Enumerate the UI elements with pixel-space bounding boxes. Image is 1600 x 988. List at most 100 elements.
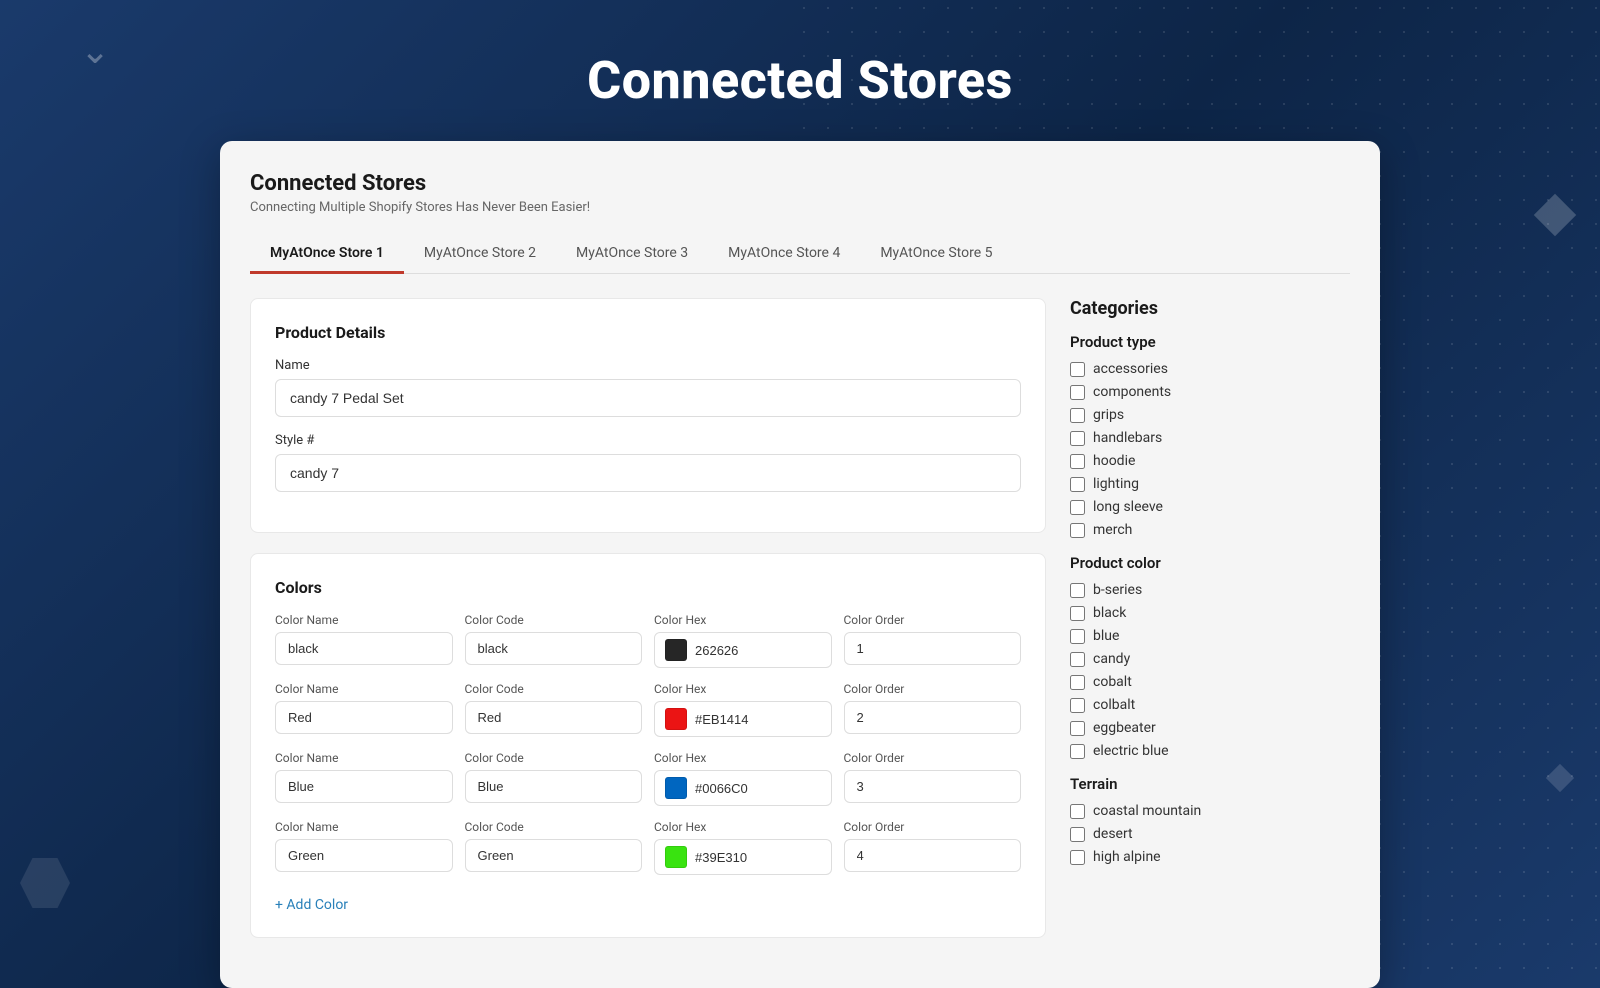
- checkbox-label-b-series: b-series: [1093, 582, 1142, 598]
- checkbox-b-series[interactable]: [1070, 583, 1085, 598]
- list-item: electric blue: [1070, 743, 1350, 759]
- diamond-decoration: [1534, 194, 1576, 236]
- color-order-label-4: Color Order: [844, 820, 1022, 834]
- list-item: hoodie: [1070, 453, 1350, 469]
- colors-title: Colors: [275, 578, 1021, 597]
- color-name-input-1[interactable]: [275, 632, 453, 665]
- checkbox-blue[interactable]: [1070, 629, 1085, 644]
- product-details-section: Product Details Name Style #: [250, 298, 1046, 533]
- color-hex-input-2[interactable]: [695, 712, 821, 727]
- checkbox-accessories[interactable]: [1070, 362, 1085, 377]
- checkbox-label-black: black: [1093, 605, 1126, 621]
- checkbox-label-desert: desert: [1093, 826, 1133, 842]
- checkbox-label-grips: grips: [1093, 407, 1124, 423]
- color-name-input-2[interactable]: [275, 701, 453, 734]
- terrain-list: coastal mountain desert high alpine: [1070, 803, 1350, 865]
- checkbox-label-lighting: lighting: [1093, 476, 1139, 492]
- checkbox-lighting[interactable]: [1070, 477, 1085, 492]
- list-item: cobalt: [1070, 674, 1350, 690]
- color-code-input-3[interactable]: [465, 770, 643, 803]
- color-name-input-3[interactable]: [275, 770, 453, 803]
- color-hex-wrap-2: [654, 701, 832, 737]
- name-label: Name: [275, 358, 1021, 373]
- list-item: lighting: [1070, 476, 1350, 492]
- checkbox-long-sleeve[interactable]: [1070, 500, 1085, 515]
- color-code-input-2[interactable]: [465, 701, 643, 734]
- color-hex-label-1: Color Hex: [654, 613, 832, 627]
- checkbox-high-alpine[interactable]: [1070, 850, 1085, 865]
- color-hex-input-3[interactable]: [695, 781, 821, 796]
- color-order-input-2[interactable]: [844, 701, 1022, 734]
- checkbox-eggbeater[interactable]: [1070, 721, 1085, 736]
- checkbox-black[interactable]: [1070, 606, 1085, 621]
- color-order-label-3: Color Order: [844, 751, 1022, 765]
- color-row-headers-3: Color Name Color Code Color Hex: [275, 751, 1021, 806]
- checkbox-cobalt[interactable]: [1070, 675, 1085, 690]
- checkbox-label-handlebars: handlebars: [1093, 430, 1162, 446]
- list-item: merch: [1070, 522, 1350, 538]
- color-name-label-2: Color Name: [275, 682, 453, 696]
- checkbox-coastal-mountain[interactable]: [1070, 804, 1085, 819]
- list-item: grips: [1070, 407, 1350, 423]
- list-item: colbalt: [1070, 697, 1350, 713]
- color-order-input-4[interactable]: [844, 839, 1022, 872]
- color-name-label-1: Color Name: [275, 613, 453, 627]
- name-input[interactable]: [275, 379, 1021, 417]
- checkbox-label-cobalt: cobalt: [1093, 674, 1132, 690]
- list-item: black: [1070, 605, 1350, 621]
- color-hex-wrap-1: [654, 632, 832, 668]
- color-hex-label-4: Color Hex: [654, 820, 832, 834]
- checkbox-components[interactable]: [1070, 385, 1085, 400]
- tab-store-4[interactable]: MyAtOnce Store 4: [708, 235, 860, 274]
- card-header: Connected Stores Connecting Multiple Sho…: [250, 171, 1350, 215]
- checkbox-hoodie[interactable]: [1070, 454, 1085, 469]
- tab-store-3[interactable]: MyAtOnce Store 3: [556, 235, 708, 274]
- color-order-label-1: Color Order: [844, 613, 1022, 627]
- terrain-label: Terrain: [1070, 775, 1350, 793]
- checkbox-label-hoodie: hoodie: [1093, 453, 1135, 469]
- color-order-input-3[interactable]: [844, 770, 1022, 803]
- color-hex-input-1[interactable]: [695, 643, 821, 658]
- tab-store-2[interactable]: MyAtOnce Store 2: [404, 235, 556, 274]
- checkbox-label-electric-blue: electric blue: [1093, 743, 1169, 759]
- color-order-label-2: Color Order: [844, 682, 1022, 696]
- color-swatch-1: [665, 639, 687, 661]
- product-type-label: Product type: [1070, 333, 1350, 351]
- categories-panel: Categories Product type accessories comp…: [1070, 298, 1350, 958]
- checkbox-candy[interactable]: [1070, 652, 1085, 667]
- list-item: blue: [1070, 628, 1350, 644]
- color-hex-label-3: Color Hex: [654, 751, 832, 765]
- checkbox-colbalt[interactable]: [1070, 698, 1085, 713]
- checkbox-handlebars[interactable]: [1070, 431, 1085, 446]
- style-input[interactable]: [275, 454, 1021, 492]
- checkbox-label-high-alpine: high alpine: [1093, 849, 1161, 865]
- tab-store-1[interactable]: MyAtOnce Store 1: [250, 235, 404, 274]
- list-item: b-series: [1070, 582, 1350, 598]
- checkbox-desert[interactable]: [1070, 827, 1085, 842]
- checkbox-label-blue: blue: [1093, 628, 1119, 644]
- checkbox-grips[interactable]: [1070, 408, 1085, 423]
- card-title: Connected Stores: [250, 171, 1350, 196]
- checkbox-label-candy: candy: [1093, 651, 1130, 667]
- product-color-list: b-series black blue candy cobalt: [1070, 582, 1350, 759]
- color-code-label-3: Color Code: [465, 751, 643, 765]
- color-code-input-1[interactable]: [465, 632, 643, 665]
- color-code-input-4[interactable]: [465, 839, 643, 872]
- product-color-label: Product color: [1070, 554, 1350, 572]
- name-field-group: Name: [275, 358, 1021, 417]
- style-label: Style #: [275, 433, 1021, 448]
- color-order-input-1[interactable]: [844, 632, 1022, 665]
- list-item: long sleeve: [1070, 499, 1350, 515]
- color-code-label-2: Color Code: [465, 682, 643, 696]
- color-code-label-4: Color Code: [465, 820, 643, 834]
- checkbox-electric-blue[interactable]: [1070, 744, 1085, 759]
- style-field-group: Style #: [275, 433, 1021, 492]
- add-color-link[interactable]: + Add Color: [275, 897, 348, 913]
- color-hex-input-4[interactable]: [695, 850, 821, 865]
- checkbox-label-components: components: [1093, 384, 1171, 400]
- card-subtitle: Connecting Multiple Shopify Stores Has N…: [250, 200, 1350, 215]
- color-name-input-4[interactable]: [275, 839, 453, 872]
- checkbox-merch[interactable]: [1070, 523, 1085, 538]
- tab-store-5[interactable]: MyAtOnce Store 5: [860, 235, 1012, 274]
- color-swatch-3: [665, 777, 687, 799]
